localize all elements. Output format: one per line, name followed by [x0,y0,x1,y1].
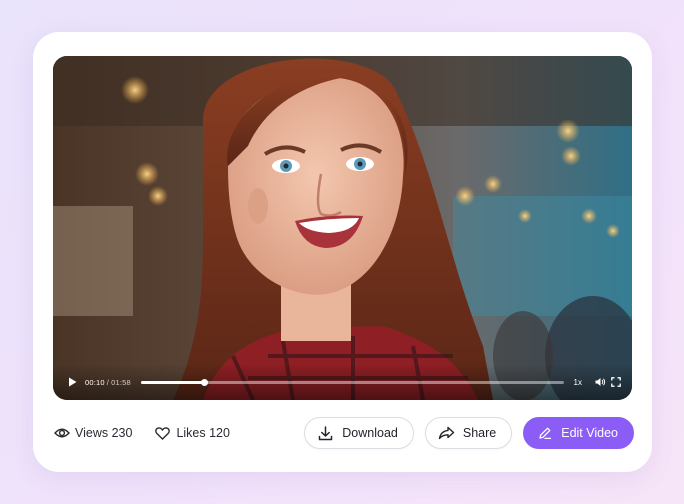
playback-speed[interactable]: 1x [574,378,582,387]
duration: 01:58 [111,377,131,387]
volume-icon[interactable] [594,376,606,388]
video-frame [53,56,632,400]
seek-bar[interactable] [140,378,564,386]
share-button[interactable]: Share [424,417,513,449]
download-button[interactable]: Download [304,417,414,449]
time-separator: / [106,377,110,387]
edit-video-button[interactable]: Edit Video [523,417,634,449]
pencil-icon [536,425,553,442]
heart-icon[interactable] [154,425,171,442]
player-controls: 00:10/01:58 1x [53,364,632,400]
current-time: 00:10 [85,377,105,387]
play-icon[interactable] [65,375,79,389]
likes-label: Likes 120 [176,426,230,440]
share-icon [438,425,455,442]
fullscreen-icon[interactable] [610,376,622,388]
video-player[interactable]: 00:10/01:58 1x [53,56,632,400]
edit-video-label: Edit Video [561,426,618,440]
seek-handle[interactable] [200,378,208,386]
views-label: Views 230 [75,426,133,440]
share-label: Share [462,426,497,440]
download-icon [317,425,334,442]
views-stat: Views 230 [53,425,132,442]
video-card: 00:10/01:58 1x Views 230 Likes 120 Downl… [33,32,652,472]
eye-icon [53,425,70,442]
video-footer: Views 230 Likes 120 Download Share Edit … [53,416,634,450]
download-label: Download [342,426,398,440]
seek-progress [140,380,205,384]
time-display: 00:10/01:58 [85,378,131,387]
likes-stat[interactable]: Likes 120 [154,425,230,442]
